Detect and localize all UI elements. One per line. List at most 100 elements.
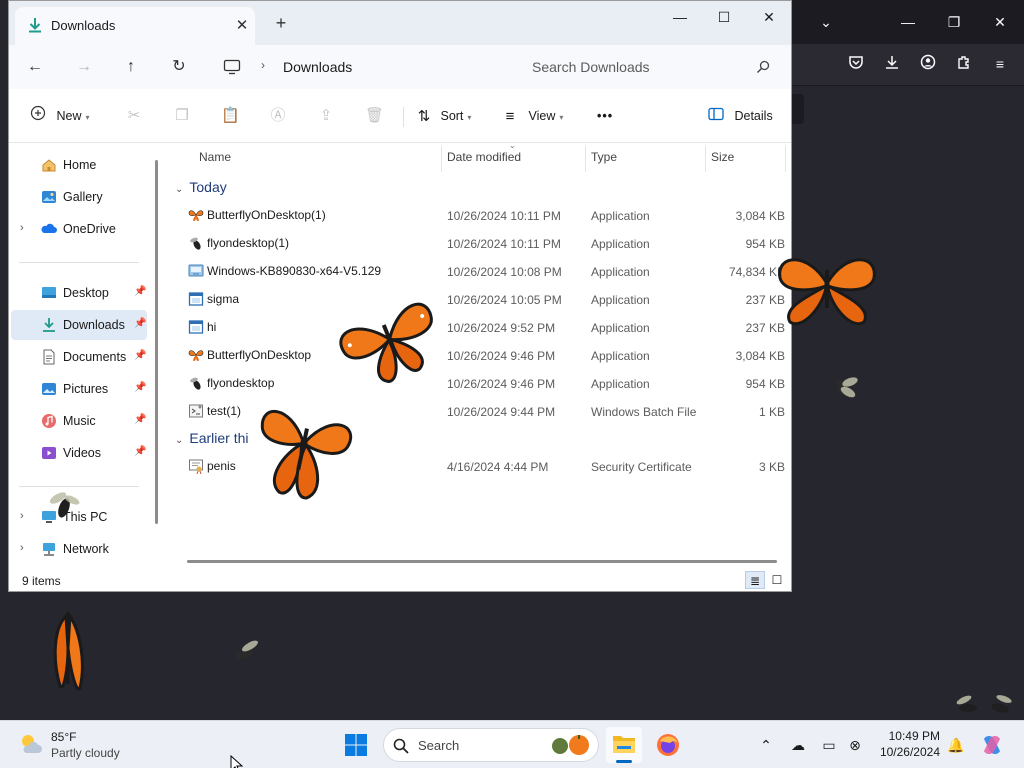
taskbar-search[interactable]: Search — [383, 728, 599, 762]
file-row[interactable]: Windows-KB890830-x64-V5.129 10/26/2024 10… — [167, 257, 791, 285]
network-disconnected-icon[interactable]: ⊗ — [845, 735, 865, 755]
column-header-size[interactable]: Size — [711, 150, 734, 164]
copy-icon[interactable]: ❐ — [173, 107, 191, 125]
delete-icon[interactable]: 🗑 — [365, 107, 384, 125]
file-row[interactable]: sigma 10/26/2024 10:05 PM Application 237 K… — [167, 285, 791, 313]
restore-icon[interactable]: ❐ — [944, 12, 964, 32]
file-row[interactable]: ButterflyOnDesktop(1) 10/26/2024 10:11 PM… — [167, 201, 791, 229]
details-view-button[interactable]: ≣ — [745, 571, 765, 589]
url-bar[interactable] — [792, 94, 804, 124]
pocket-icon[interactable] — [846, 54, 866, 75]
clock-time[interactable]: 10:49 PM — [889, 729, 940, 743]
taskbar: 85°F Partly cloudy Search ⌃ ☁ ▭ ⊗ 10:49 … — [0, 720, 1024, 768]
up-button[interactable]: ↑ — [119, 55, 143, 79]
paste-icon[interactable]: 📋 — [221, 107, 240, 125]
file-type: Application — [591, 209, 650, 223]
search-box[interactable]: Search Downloads — [519, 51, 781, 83]
show-hidden-icons-icon[interactable]: ⌃ — [756, 735, 776, 755]
sort-button[interactable]: ⇅ Sort ▾ — [415, 105, 472, 127]
onedrive-offline-icon[interactable]: ☁ — [788, 735, 808, 755]
pin-icon[interactable]: 📌 — [134, 350, 146, 361]
file-row[interactable]: flyondesktop 10/26/2024 9:46 PM Applicatio… — [167, 369, 791, 397]
pin-icon[interactable]: 📌 — [134, 414, 146, 425]
tab-downloads[interactable]: Downloads ✕ — [15, 7, 255, 45]
sidebar-item-pictures[interactable]: Pictures 📌 — [11, 374, 147, 404]
tab-close-button[interactable]: ✕ — [233, 16, 251, 34]
home-icon — [42, 159, 56, 172]
file-date-modified: 10/26/2024 10:08 PM — [447, 265, 562, 279]
fly-sprite — [836, 377, 858, 398]
new-tab-button[interactable]: + — [271, 13, 291, 33]
more-options-button[interactable]: ••• — [597, 105, 613, 127]
notification-bell-icon[interactable]: 🔔 — [946, 735, 966, 755]
sort-label: Sort — [440, 109, 464, 123]
file-type: Windows Batch File — [591, 405, 697, 419]
minimize-button[interactable]: — — [663, 5, 697, 29]
pin-icon[interactable]: 📌 — [134, 286, 146, 297]
column-separator[interactable] — [585, 146, 586, 172]
sidebar-item-gallery[interactable]: Gallery — [11, 182, 147, 212]
refresh-button[interactable]: ↻ — [167, 55, 191, 79]
back-button[interactable]: ← — [23, 55, 47, 79]
sidebar-scrollbar[interactable] — [155, 160, 158, 524]
file-row[interactable]: ButterflyOnDesktop 10/26/2024 9:46 PM Appl… — [167, 341, 791, 369]
sidebar-item-network[interactable]: › Network — [11, 534, 147, 564]
column-separator[interactable] — [785, 146, 786, 172]
view-button[interactable]: ≡ View ▾ — [501, 105, 564, 127]
extensions-icon[interactable] — [954, 54, 974, 75]
cut-icon[interactable]: ✂ — [125, 107, 143, 125]
sidebar-item-home[interactable]: Home — [11, 150, 147, 180]
maximize-button[interactable]: ☐ — [707, 5, 741, 29]
menu-icon[interactable]: ≡ — [990, 54, 1010, 74]
chevron-down-icon[interactable]: ⌄ — [816, 12, 836, 32]
browser-toolbar: ≡ — [792, 44, 1024, 124]
sidebar-item-label: Downloads — [63, 318, 125, 332]
group-header-earlier[interactable]: ⌄ Earlier thi — [175, 430, 249, 446]
column-separator[interactable] — [705, 146, 706, 172]
sidebar-item-desktop[interactable]: Desktop 📌 — [11, 278, 147, 308]
column-header-type[interactable]: Type — [591, 150, 617, 164]
minimize-icon[interactable]: — — [898, 12, 918, 32]
rename-icon[interactable]: Ⓐ — [269, 107, 287, 125]
share-icon[interactable]: ⇪ — [317, 107, 335, 125]
account-icon[interactable] — [918, 54, 938, 75]
pin-icon[interactable]: 📌 — [134, 318, 146, 329]
file-row[interactable]: flyondesktop(1) 10/26/2024 10:11 PM Applic… — [167, 229, 791, 257]
new-button[interactable]: New ▾ — [29, 105, 90, 127]
column-header-name[interactable]: Name — [199, 150, 231, 164]
sidebar-item-music[interactable]: Music 📌 — [11, 406, 147, 436]
breadcrumb-downloads[interactable]: Downloads — [283, 59, 352, 75]
details-pane-button[interactable]: Details — [707, 105, 773, 127]
downloads-icon[interactable] — [882, 54, 902, 75]
sidebar-item-documents[interactable]: Documents 📌 — [11, 342, 147, 372]
close-icon[interactable]: ✕ — [990, 12, 1010, 32]
column-header-date[interactable]: Date modified — [447, 150, 521, 164]
chevron-down-icon: ⌄ — [175, 435, 184, 446]
windows-start-icon[interactable] — [344, 733, 368, 757]
sidebar-item-downloads[interactable]: Downloads 📌 — [11, 310, 147, 340]
forward-button[interactable]: → — [72, 55, 96, 79]
sidebar-item-videos[interactable]: Videos 📌 — [11, 438, 147, 468]
close-button[interactable]: ✕ — [752, 5, 786, 29]
chevron-right-icon[interactable]: › — [20, 542, 24, 554]
file-row[interactable]: hi 10/26/2024 9:52 PM Application 237 KB — [167, 313, 791, 341]
pin-icon[interactable]: 📌 — [134, 382, 146, 393]
copilot-icon[interactable] — [980, 733, 1004, 757]
download-folder-icon — [29, 18, 41, 33]
butterfly-sprite — [53, 611, 84, 691]
address-bar[interactable]: › Downloads — [215, 51, 513, 83]
display-icon[interactable]: ▭ — [819, 735, 839, 755]
chevron-right-icon[interactable]: › — [20, 510, 24, 522]
taskbar-file-explorer[interactable] — [606, 727, 642, 763]
taskbar-firefox[interactable] — [650, 727, 686, 763]
horizontal-scrollbar[interactable] — [187, 560, 777, 563]
sidebar-item-onedrive[interactable]: › OneDrive — [11, 214, 147, 244]
chevron-right-icon[interactable]: › — [20, 222, 24, 234]
column-separator[interactable] — [441, 146, 442, 172]
file-type: Security Certificate — [591, 460, 692, 474]
breadcrumb-separator[interactable]: › — [261, 58, 265, 72]
pin-icon[interactable]: 📌 — [134, 446, 146, 457]
group-header-today[interactable]: ⌄ Today — [175, 179, 227, 195]
clock-date[interactable]: 10/26/2024 — [880, 745, 940, 759]
tiles-view-button[interactable]: ☐ — [767, 571, 787, 589]
